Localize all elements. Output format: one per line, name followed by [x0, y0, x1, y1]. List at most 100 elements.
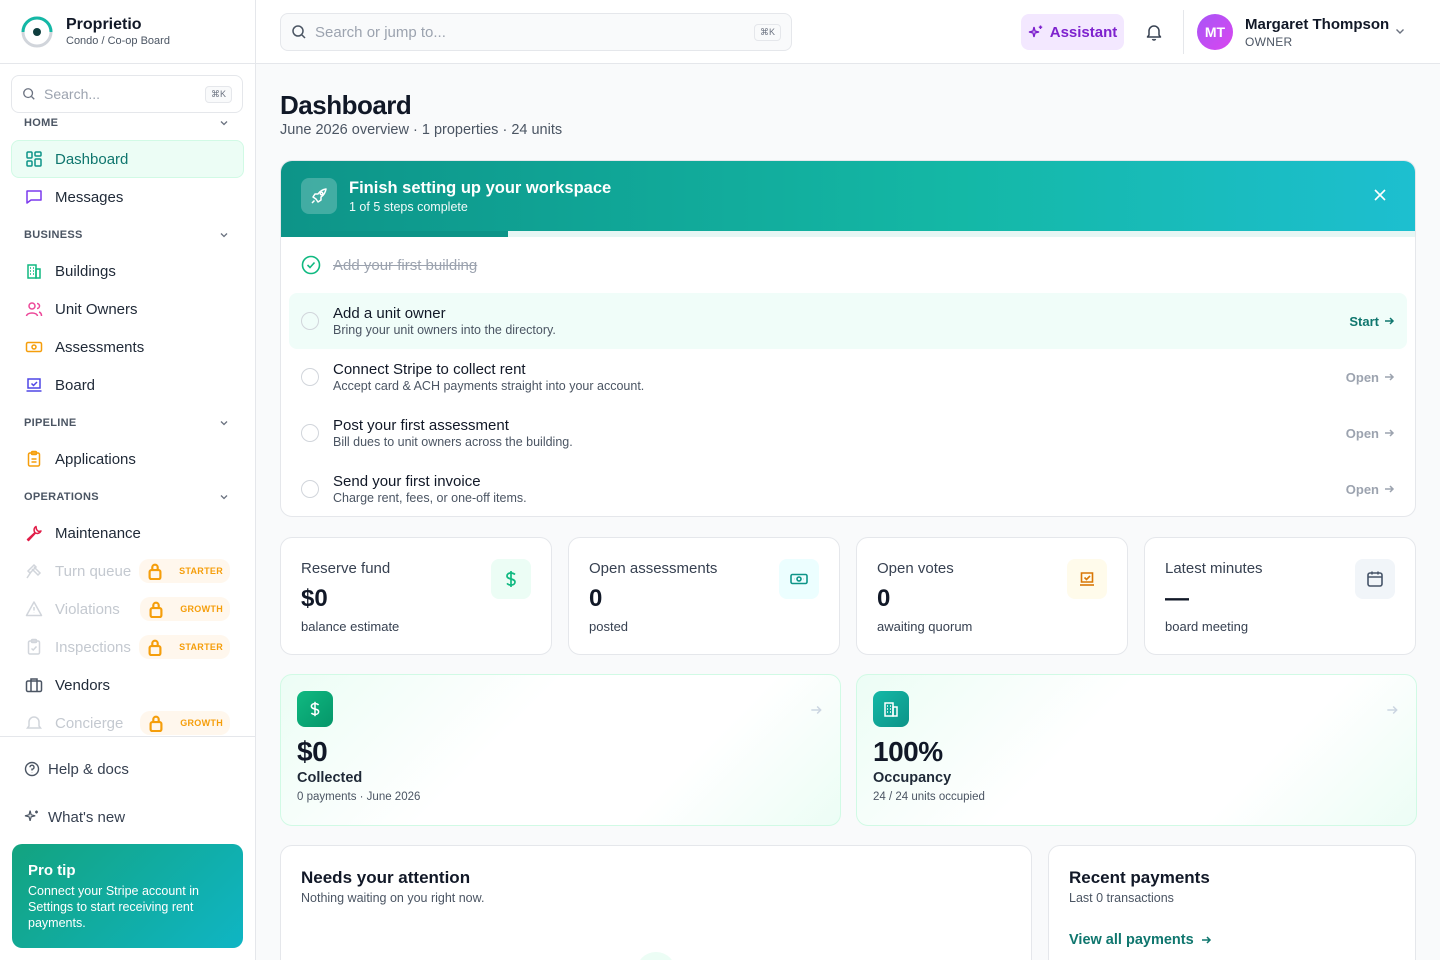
sidebar-item-label: Inspections	[55, 638, 131, 656]
brand-subtitle: Condo / Co-op Board	[66, 34, 170, 47]
plan-badge-label: STARTER	[179, 566, 223, 576]
sidebar-footer: Help & docs What's new	[0, 736, 255, 841]
sidebar-search-shortcut: ⌘K	[204, 85, 232, 103]
sidebar-item-label: Concierge	[55, 714, 124, 732]
sidebar-item-dashboard[interactable]: Dashboard	[11, 140, 244, 178]
sidebar-item-violations[interactable]: Violations GROWTH	[11, 590, 244, 628]
step-open-button[interactable]: Open	[1346, 482, 1395, 497]
avatar[interactable]: MT	[1197, 14, 1233, 50]
setup-step[interactable]: Add your first building	[289, 237, 1407, 293]
section-label: OPERATIONS	[24, 491, 99, 503]
warning-icon	[25, 601, 43, 617]
global-search-input[interactable]: Search or jump to... ⌘K	[280, 13, 792, 51]
sidebar-search-placeholder: Search...	[44, 86, 101, 102]
help-docs-link[interactable]: Help & docs	[0, 745, 255, 793]
setup-step[interactable]: Connect Stripe to collect rent Accept ca…	[289, 349, 1407, 405]
user-name[interactable]: Margaret Thompson	[1245, 16, 1389, 33]
setup-step[interactable]: Post your first assessment Bill dues to …	[289, 405, 1407, 461]
banknote-icon	[25, 341, 43, 353]
kpi-sub: awaiting quorum	[877, 619, 973, 634]
sidebar-item-maintenance[interactable]: Maintenance	[11, 514, 244, 552]
sidebar-item-applications[interactable]: Applications	[11, 440, 244, 478]
clipboard-icon	[27, 450, 41, 467]
step-description: Bring your unit owners into the director…	[333, 323, 556, 337]
collected-card[interactable]: $0 Collected 0 payments · June 2026	[280, 674, 841, 826]
section-label: BUSINESS	[24, 229, 83, 241]
occupancy-label: Occupancy	[873, 770, 952, 786]
kpi-card-latest-minutes[interactable]: Latest minutes — board meeting	[1144, 537, 1416, 655]
rocket-icon-box	[301, 178, 337, 214]
collected-value: $0	[297, 736, 328, 767]
collected-sub: 0 payments · June 2026	[297, 791, 421, 803]
section-pipeline[interactable]: PIPELINE	[0, 410, 255, 436]
pro-tip-card[interactable]: Pro tip Connect your Stripe account in S…	[12, 844, 243, 948]
kpi-card-open-votes[interactable]: Open votes 0 awaiting quorum	[856, 537, 1128, 655]
sidebar-item-board[interactable]: Board	[11, 366, 244, 404]
setup-step[interactable]: Add a unit owner Bring your unit owners …	[289, 293, 1407, 349]
notifications-bell-icon[interactable]	[1144, 22, 1164, 42]
sidebar-item-messages[interactable]: Messages	[11, 178, 244, 216]
arrow-right-icon	[1387, 705, 1398, 715]
arrow-right-icon	[1385, 429, 1395, 437]
chevron-down-icon	[220, 421, 228, 426]
close-icon[interactable]	[1373, 188, 1387, 202]
sidebar-item-label: Vendors	[55, 676, 111, 694]
sidebar-item-label: Messages	[55, 188, 124, 206]
section-operations[interactable]: OPERATIONS	[0, 484, 255, 510]
kpi-card-reserve-fund[interactable]: Reserve fund $0 balance estimate	[280, 537, 552, 655]
chevron-down-icon[interactable]	[1394, 25, 1406, 37]
section-business[interactable]: BUSINESS	[0, 222, 255, 248]
step-start-button[interactable]: Start	[1349, 314, 1395, 329]
sidebar-item-vendors[interactable]: Vendors	[11, 666, 244, 704]
dashboard-icon	[26, 151, 42, 167]
arrow-right-icon	[1385, 485, 1395, 493]
sidebar-item-turn-queue[interactable]: Turn queue STARTER	[11, 552, 244, 590]
setup-step[interactable]: Send your first invoice Charge rent, fee…	[289, 461, 1407, 516]
step-circle-icon	[301, 368, 319, 386]
section-home[interactable]: HOME	[0, 110, 255, 136]
sidebar-item-assessments[interactable]: Assessments	[11, 328, 244, 366]
banknote-icon	[779, 559, 819, 599]
assistant-button[interactable]: Assistant	[1021, 14, 1124, 50]
plan-badge-label: STARTER	[179, 642, 223, 652]
kpi-card-open-assessments[interactable]: Open assessments 0 posted	[568, 537, 840, 655]
user-role: OWNER	[1245, 35, 1293, 49]
sidebar-item-label: Buildings	[55, 262, 116, 280]
clipboard-check-icon	[27, 638, 41, 655]
plan-badge: GROWTH	[140, 597, 230, 621]
arrow-right-icon	[1201, 936, 1211, 944]
occupancy-value: 100%	[873, 736, 943, 767]
step-title: Send your first invoice	[333, 473, 481, 490]
step-open-button[interactable]: Open	[1346, 426, 1395, 441]
view-all-payments-link[interactable]: View all payments	[1069, 932, 1395, 948]
whats-new-label: What's new	[48, 808, 126, 826]
chevron-down-icon	[220, 121, 228, 126]
brand[interactable]: Proprietio Condo / Co-op Board	[0, 0, 255, 64]
step-title: Post your first assessment	[333, 417, 509, 434]
sidebar-nav[interactable]: HOME Dashboard Messages BUSINESS Buildin…	[0, 110, 255, 736]
help-docs-label: Help & docs	[48, 760, 129, 778]
building-icon	[873, 691, 909, 727]
sidebar-item-concierge[interactable]: Concierge GROWTH	[11, 704, 244, 736]
occupancy-card[interactable]: 100% Occupancy 24 / 24 units occupied	[856, 674, 1417, 826]
global-search-shortcut: ⌘K	[753, 23, 781, 41]
step-title: Add a unit owner	[333, 305, 446, 322]
step-title: Add your first building	[333, 256, 478, 274]
pro-tip-body: Connect your Stripe account in Settings …	[28, 884, 199, 930]
sidebar-item-unit-owners[interactable]: Unit Owners	[11, 290, 244, 328]
bell-icon	[26, 716, 42, 729]
sidebar-search[interactable]: Search... ⌘K	[11, 75, 243, 113]
sidebar-item-inspections[interactable]: Inspections STARTER	[11, 628, 244, 666]
whats-new-link[interactable]: What's new	[0, 793, 255, 841]
sparkles-icon	[1028, 25, 1042, 38]
step-title: Connect Stripe to collect rent	[333, 361, 526, 378]
step-open-button[interactable]: Open	[1346, 370, 1395, 385]
vote-icon	[1067, 559, 1107, 599]
sidebar-item-label: Assessments	[55, 338, 145, 356]
users-icon	[25, 302, 43, 317]
plan-badge: STARTER	[139, 635, 230, 659]
step-circle-icon	[301, 424, 319, 442]
sidebar-item-buildings[interactable]: Buildings	[11, 252, 244, 290]
plan-badge-label: GROWTH	[180, 604, 223, 614]
needs-attention-panel: Needs your attention Nothing waiting on …	[280, 845, 1032, 960]
